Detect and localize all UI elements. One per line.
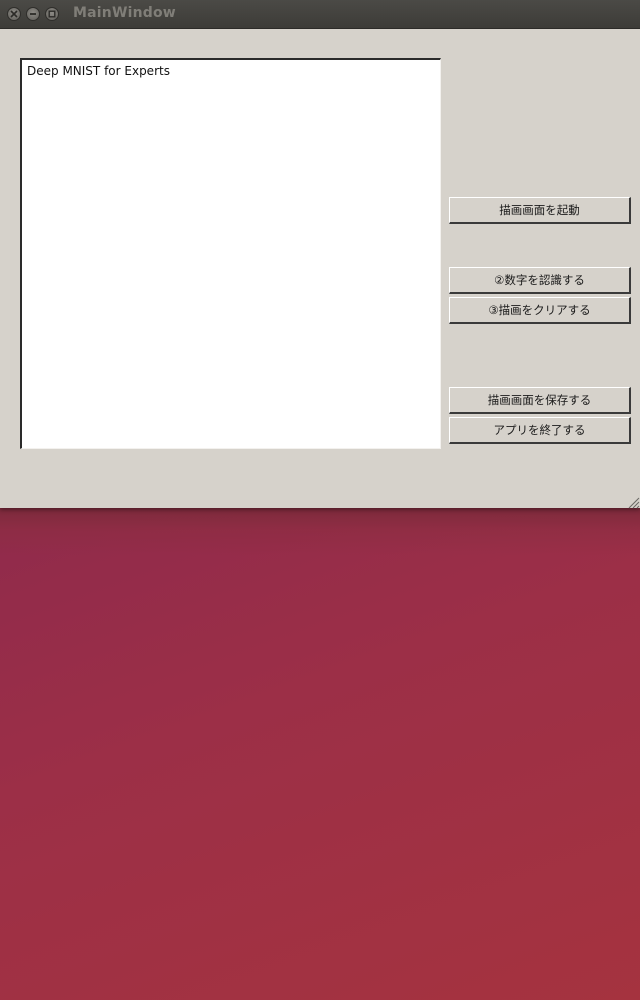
maximize-icon (48, 10, 56, 18)
desktop-wallpaper-streak (0, 505, 640, 555)
maximize-button[interactable] (45, 7, 59, 21)
main-window: MainWindow Deep MNIST for Experts 描画画面を起… (0, 0, 640, 509)
save-drawing-button[interactable]: 描画画面を保存する (449, 387, 631, 414)
quit-app-button[interactable]: アプリを終了する (449, 417, 631, 444)
start-drawing-button[interactable]: 描画画面を起動 (449, 197, 631, 224)
clear-drawing-button[interactable]: ③描画をクリアする (449, 297, 631, 324)
minimize-button[interactable] (26, 7, 40, 21)
close-icon (10, 10, 18, 18)
title-bar[interactable]: MainWindow (0, 0, 640, 29)
close-button[interactable] (7, 7, 21, 21)
window-title: MainWindow (73, 5, 176, 21)
resize-grip[interactable] (626, 494, 640, 509)
output-text-area[interactable]: Deep MNIST for Experts (20, 58, 441, 449)
resize-grip-icon (628, 497, 640, 509)
recognize-digit-button[interactable]: ②数字を認識する (449, 267, 631, 294)
minimize-icon (30, 13, 36, 15)
